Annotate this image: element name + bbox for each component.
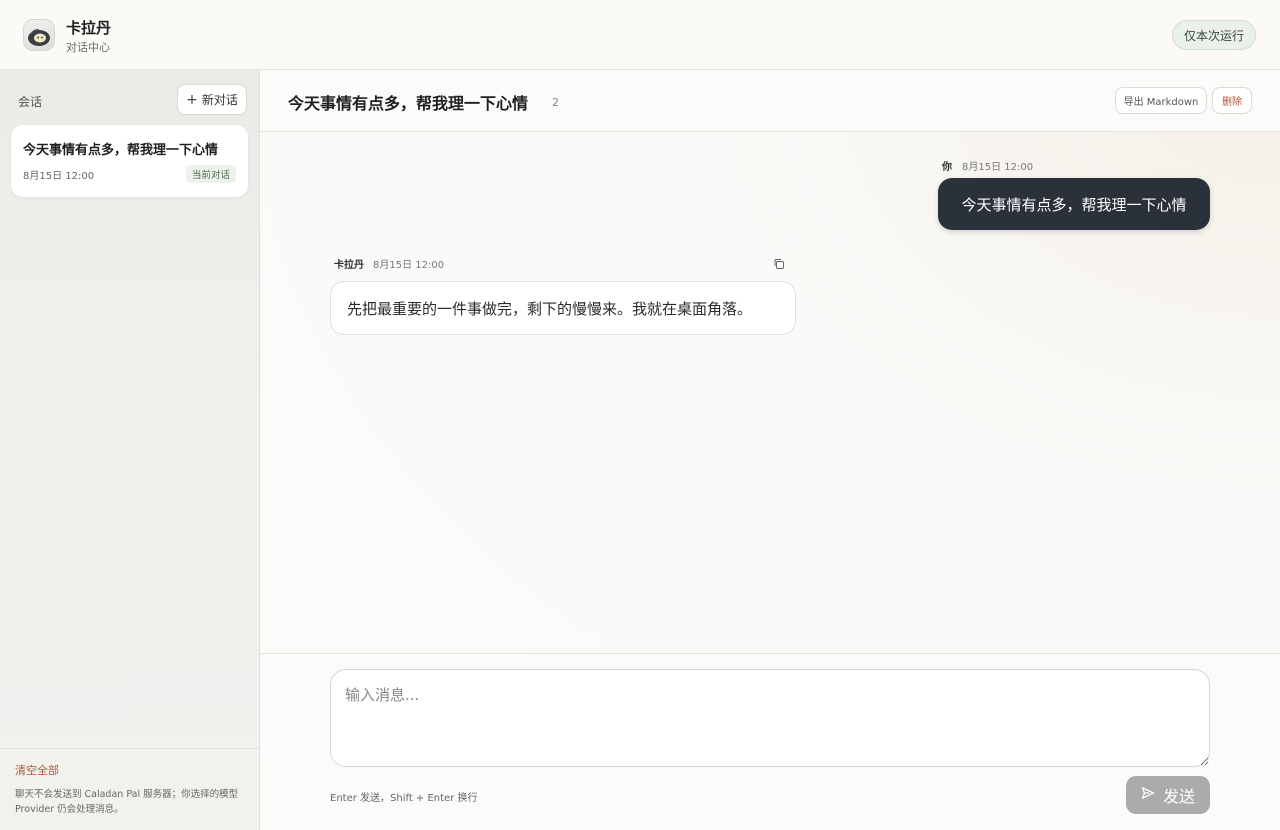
current-conversation-badge: 当前对话 <box>185 165 236 183</box>
chat-header: 今天事情有点多，帮我理一下心情 2 导出 Markdown 删除 <box>260 70 1280 132</box>
send-icon <box>1141 786 1155 805</box>
delete-conversation-button[interactable]: 删除 <box>1212 87 1252 114</box>
assistant-message-bubble: 先把最重要的一件事做完，剩下的慢慢来。我就在桌面角落。 <box>330 281 796 335</box>
export-markdown-button[interactable]: 导出 Markdown <box>1115 87 1207 114</box>
copy-icon[interactable] <box>773 255 787 269</box>
app-logo-icon <box>23 19 55 51</box>
message-time: 8月15日 12:00 <box>962 162 1034 173</box>
top-bar: 卡拉丹 对话中心 仅本次运行 <box>0 0 1280 70</box>
chat-title: 今天事情有点多，帮我理一下心情 <box>288 94 529 113</box>
sidebar: 会话 + 新对话 今天事情有点多，帮我理一下心情 8月15日 12:00 当前对… <box>0 70 260 830</box>
user-message-bubble: 今天事情有点多，帮我理一下心情 <box>938 178 1210 230</box>
message-input[interactable] <box>330 669 1210 767</box>
message-count: 2 <box>552 96 559 109</box>
assistant-message-meta: 卡拉丹 8月15日 12:00 <box>334 256 444 271</box>
user-message-meta: 你 8月15日 12:00 <box>942 158 1033 173</box>
plus-icon: + <box>186 91 198 108</box>
conversation-time: 8月15日 12:00 <box>23 171 95 182</box>
app-subtitle: 对话中心 <box>66 41 110 54</box>
message-sender: 你 <box>942 162 952 173</box>
send-button[interactable]: 发送 <box>1126 776 1210 814</box>
composer-hint: Enter 发送，Shift + Enter 换行 <box>330 793 478 804</box>
privacy-note: 聊天不会发送到 Caladan Pal 服务器；你选择的模型 Provider … <box>15 789 239 815</box>
new-chat-label: 新对话 <box>201 93 238 107</box>
sidebar-header-label: 会话 <box>18 95 43 109</box>
sidebar-footer: 清空全部 聊天不会发送到 Caladan Pal 服务器；你选择的模型 Prov… <box>0 748 259 830</box>
run-once-button[interactable]: 仅本次运行 <box>1171 20 1256 50</box>
clear-all-button[interactable]: 清空全部 <box>15 762 59 778</box>
conversation-item[interactable]: 今天事情有点多，帮我理一下心情 8月15日 12:00 当前对话 <box>11 125 248 197</box>
conversation-title: 今天事情有点多，帮我理一下心情 <box>23 143 219 158</box>
composer-area: Enter 发送，Shift + Enter 换行 发送 <box>260 653 1280 830</box>
chat-main: 今天事情有点多，帮我理一下心情 2 导出 Markdown 删除 你 8月15日… <box>260 70 1280 830</box>
send-label: 发送 <box>1162 789 1195 806</box>
message-sender: 卡拉丹 <box>334 260 364 271</box>
app-title: 卡拉丹 <box>66 19 112 37</box>
message-time: 8月15日 12:00 <box>373 260 445 271</box>
new-chat-button[interactable]: + 新对话 <box>177 84 247 115</box>
